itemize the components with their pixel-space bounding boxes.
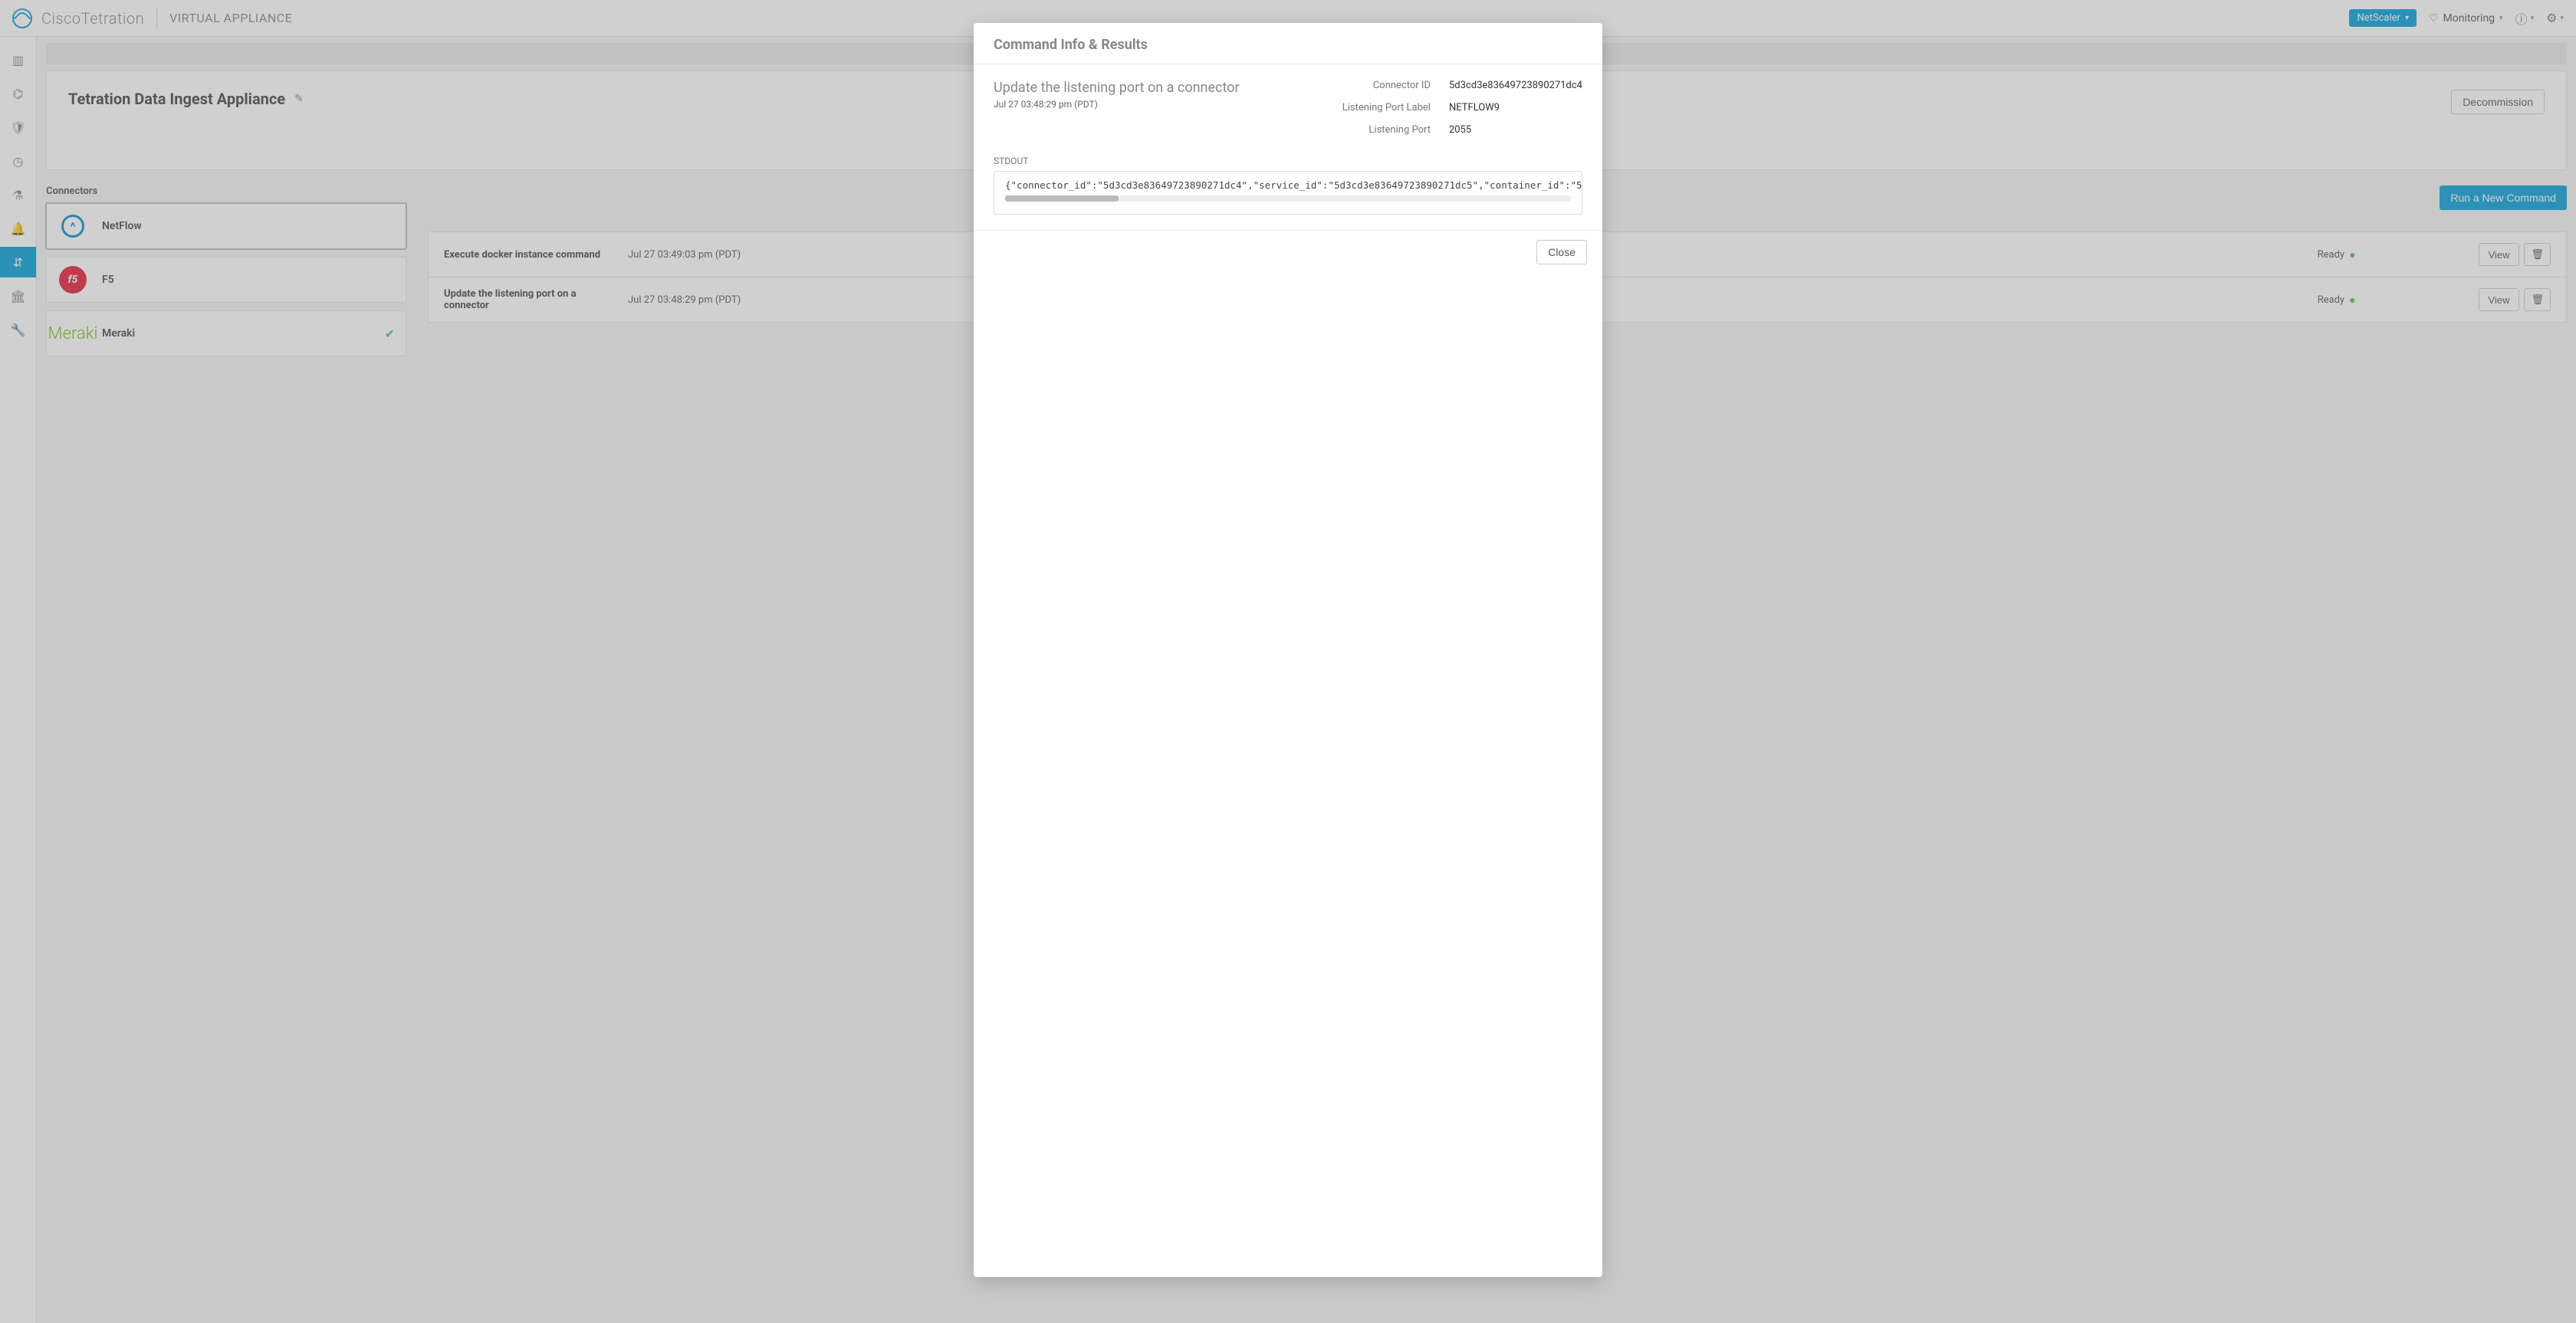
modal-footer: Close	[974, 230, 1602, 274]
stdout-content: {"connector_id":"5d3cd3e83649723890271dc…	[1005, 179, 1582, 191]
scrollbar-thumb[interactable]	[1005, 195, 1119, 202]
stdout-box[interactable]: {"connector_id":"5d3cd3e83649723890271dc…	[994, 171, 1582, 215]
modal-command-time: Jul 27 03:48:29 pm (PDT)	[994, 99, 1312, 110]
modal-title: Command Info & Results	[994, 37, 1582, 53]
stdout-label: STDOUT	[994, 156, 1582, 166]
close-button[interactable]: Close	[1536, 240, 1587, 264]
modal-kv-table: Connector ID 5d3cd3e83649723890271dc4 Li…	[1342, 80, 1582, 136]
kv-value: 2055	[1449, 124, 1582, 136]
modal-command-name: Update the listening port on a connector	[994, 80, 1312, 96]
command-results-modal: Command Info & Results Update the listen…	[974, 23, 1602, 1277]
kv-label: Listening Port	[1342, 124, 1431, 136]
kv-label: Connector ID	[1342, 80, 1431, 91]
kv-label: Listening Port Label	[1342, 102, 1431, 113]
kv-value: 5d3cd3e83649723890271dc4	[1449, 80, 1582, 91]
modal-header: Command Info & Results	[974, 23, 1602, 64]
modal-body: Update the listening port on a connector…	[974, 64, 1602, 230]
scrollbar-track[interactable]	[1005, 195, 1571, 202]
modal-overlay[interactable]: Command Info & Results Update the listen…	[0, 0, 2576, 1323]
kv-value: NETFLOW9	[1449, 102, 1582, 113]
